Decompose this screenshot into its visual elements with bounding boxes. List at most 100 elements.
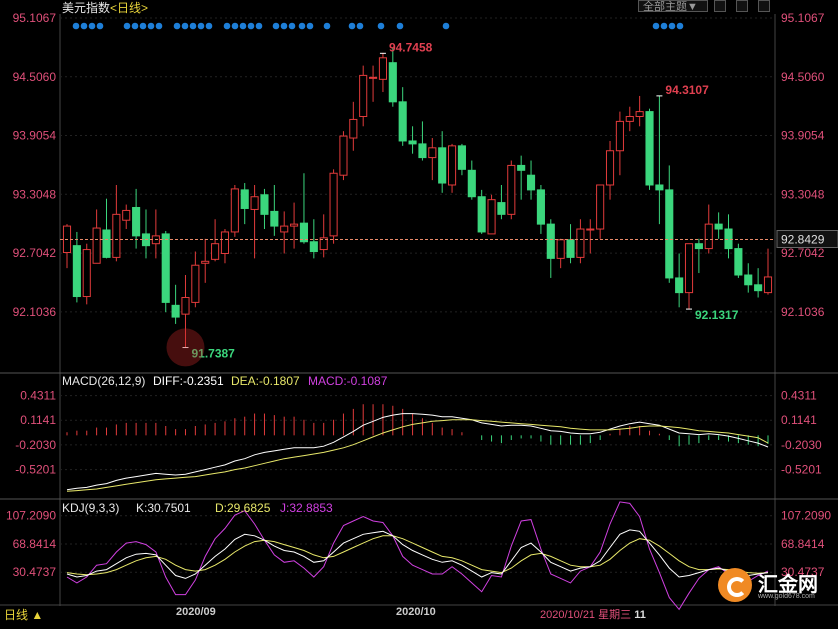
candle-body — [448, 145, 457, 186]
kdj-legend-0: K:30.7501 — [136, 501, 191, 515]
candle-body — [754, 284, 763, 292]
kdj-tick-left: 107.2090 — [6, 509, 56, 523]
event-dot — [139, 22, 147, 30]
chart-stage: 95.1067 95.1067 94.5060 94.5060 93.9054 93.90… — [0, 0, 838, 624]
panel-button-1[interactable] — [714, 0, 726, 12]
event-dot — [173, 22, 181, 30]
candle-body — [359, 74, 368, 117]
macd-tick-left: -0.5201 — [15, 463, 56, 477]
instrument-name: 美元指数 — [62, 1, 111, 15]
candle-body — [181, 297, 190, 315]
candle-body — [270, 210, 279, 227]
candle-body — [280, 225, 289, 233]
event-dot — [80, 22, 88, 30]
candle-body — [132, 206, 141, 237]
candle-body — [526, 174, 536, 191]
candle-body — [201, 260, 210, 264]
macd-tick-right: 0.1141 — [781, 413, 817, 427]
low-highlight-circle — [166, 328, 205, 367]
event-dot — [660, 22, 668, 30]
price-tick-right: 93.9054 — [781, 129, 825, 143]
candle-body — [734, 248, 743, 276]
candle-body — [191, 264, 200, 303]
price-tick-right: 93.3048 — [781, 187, 825, 201]
cursor-date: 2020/10/21 — [540, 609, 596, 621]
candle-body — [82, 249, 91, 298]
macd-tick-right: 0.4311 — [781, 389, 817, 403]
top-bar: 美元指数<日线> 全部主题▼ — [0, 0, 838, 16]
candle-body — [418, 143, 427, 159]
price-tick-right: 92.7042 — [781, 246, 825, 260]
candle-body — [260, 194, 269, 215]
candle-body — [102, 229, 111, 258]
candle-body — [694, 243, 703, 250]
event-dot — [298, 22, 306, 30]
candle-body — [388, 62, 397, 103]
kdj-tick-right: 107.2090 — [781, 509, 831, 523]
event-dot — [306, 22, 314, 30]
event-dot — [189, 22, 197, 30]
candle-body — [517, 164, 526, 171]
candle-body — [536, 189, 545, 225]
macd-legend-0: DIFF:-0.2351 — [153, 374, 224, 388]
event-dot — [181, 22, 189, 30]
event-dot — [668, 22, 676, 30]
event-dot — [155, 22, 163, 30]
brand-logo: 汇金网 www.gold678.com — [718, 566, 830, 606]
candle-body — [684, 243, 694, 294]
macd-tick-right: -0.2030 — [781, 438, 822, 452]
event-dot — [131, 22, 139, 30]
candle-body — [605, 150, 615, 186]
candle-body — [586, 228, 595, 231]
event-dot — [88, 22, 96, 30]
candle-body — [72, 245, 81, 298]
panel-button-3[interactable] — [758, 0, 770, 12]
candle-body — [339, 135, 348, 176]
cursor-weekday: 星期三 — [598, 609, 632, 621]
price-tick-left: 92.1036 — [13, 305, 57, 319]
candle-body — [763, 276, 773, 294]
price-tick-left: 93.3048 — [13, 187, 57, 201]
candle-body — [507, 164, 516, 215]
brand-logo-icon — [718, 568, 752, 602]
candle-body — [428, 147, 437, 159]
candle-body — [211, 243, 220, 260]
instrument-title: 美元指数<日线> — [62, 0, 148, 16]
price-chart-svg[interactable]: 95.1067 95.106794.5060 94.506093.9054 93.90… — [0, 0, 838, 624]
panel-button-2[interactable] — [736, 0, 748, 12]
candle-body — [744, 274, 753, 286]
event-dot — [123, 22, 131, 30]
brand-url: www.gold678.com — [758, 593, 815, 600]
candle-body — [724, 228, 733, 250]
candle-body — [230, 188, 239, 233]
event-dot — [356, 22, 364, 30]
price-tick-left: 94.5060 — [13, 70, 57, 84]
candle-body — [290, 223, 299, 227]
candle-body — [220, 231, 230, 254]
event-dot — [377, 22, 385, 30]
candle-body — [467, 169, 476, 198]
kdj-tick-left: 68.8414 — [13, 537, 57, 551]
candle-body — [655, 184, 664, 191]
candle-body — [556, 239, 565, 259]
candle-body — [487, 199, 496, 235]
event-dot — [272, 22, 280, 30]
candle-body — [161, 233, 170, 303]
candle-body — [665, 189, 674, 279]
period-tag[interactable]: <日线> — [110, 1, 148, 15]
candle-body — [299, 222, 309, 243]
event-dot — [255, 22, 263, 30]
candle-body — [566, 239, 575, 258]
event-dot — [96, 22, 104, 30]
kdj-title: KDJ(9,3,3) — [62, 501, 119, 515]
cursor-hour: 11 — [634, 609, 646, 621]
macd-legend-2: MACD:-0.1087 — [308, 374, 388, 388]
candle-body — [92, 227, 101, 264]
period-selector[interactable]: 日线 ▲ — [4, 606, 43, 623]
candle-body — [546, 223, 555, 259]
topic-filter-dropdown[interactable]: 全部主题▼ — [638, 0, 708, 13]
event-dot — [231, 22, 239, 30]
candle-body — [309, 241, 318, 253]
kdj-tick-left: 30.4737 — [13, 565, 57, 579]
candle-body — [112, 213, 121, 258]
